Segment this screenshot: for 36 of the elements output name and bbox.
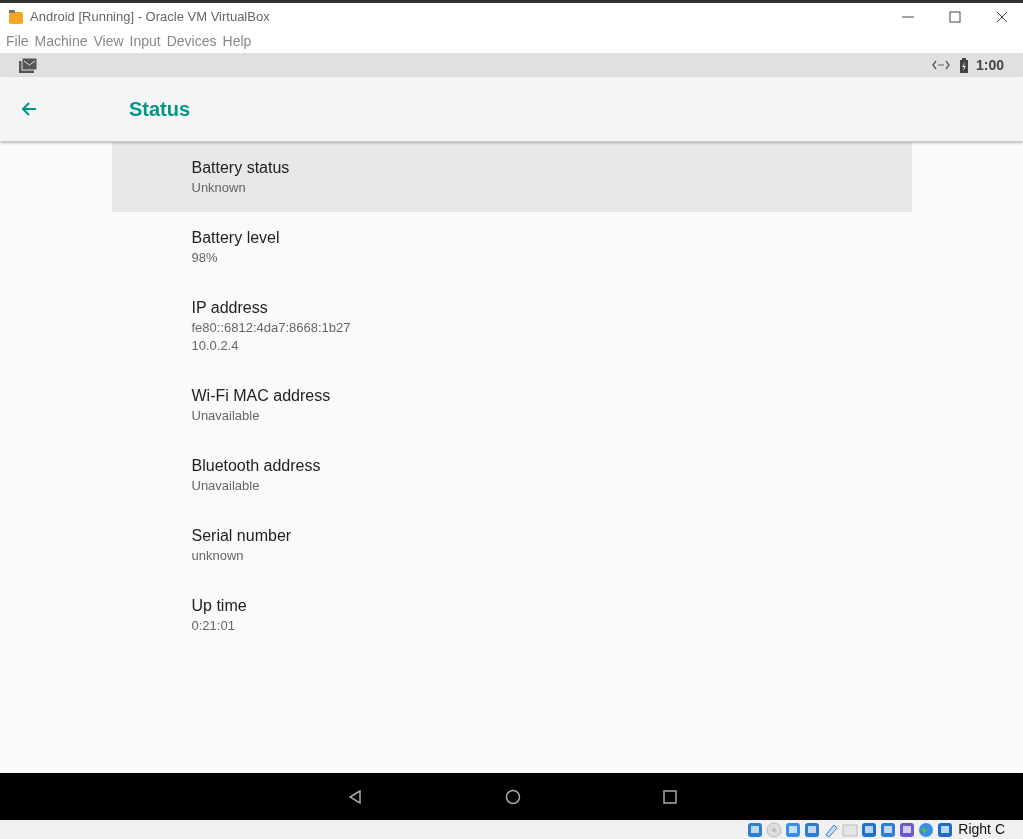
battery-charging-icon [959,57,968,73]
item-value: Unavailable [191,477,261,494]
item-value: fe80::6812:4da7:8668:1b27 [191,319,352,336]
menu-item[interactable]: File [6,31,29,52]
menu-item[interactable]: View [93,31,124,52]
close-icon[interactable] [996,10,1008,23]
data-transfer-icon [931,60,950,70]
home-icon[interactable] [504,788,521,805]
host-key-label: Right C [958,820,1005,839]
item-value: Unavailable [191,407,261,424]
menu-item[interactable]: Help [222,31,252,52]
back-arrow-icon[interactable] [21,101,37,117]
maximize-icon[interactable] [949,10,961,23]
item-title: Up time [191,596,248,616]
item-title: Serial number [191,526,293,546]
page-title: Status [129,97,191,122]
item-title: Battery level [191,228,281,248]
item-title: Battery status [191,158,291,178]
back-icon[interactable] [346,788,363,805]
item-title: Wi-Fi MAC address [191,386,332,406]
clock-time: 1:00 [975,55,1004,75]
globe-icon[interactable] [918,821,935,838]
item-value: 0:21:01 [191,617,236,634]
menu-item[interactable]: Machine [34,31,88,52]
item-value: 10.0.2.4 [191,337,240,354]
item-value: Unknown [191,179,247,196]
item-value: 98% [191,249,219,266]
menu-item[interactable]: Input [129,31,161,52]
status-list-item[interactable]: Battery status Unknown [111,142,912,212]
item-title: IP address [191,298,269,318]
item-value: unknown [191,547,245,564]
menu-item[interactable]: Devices [166,31,217,52]
item-title: Bluetooth address [191,456,322,476]
mail-icon [19,57,37,73]
window-title: Android [Running] - Oracle VM VirtualBox [30,7,270,26]
overview-icon[interactable] [662,789,677,804]
